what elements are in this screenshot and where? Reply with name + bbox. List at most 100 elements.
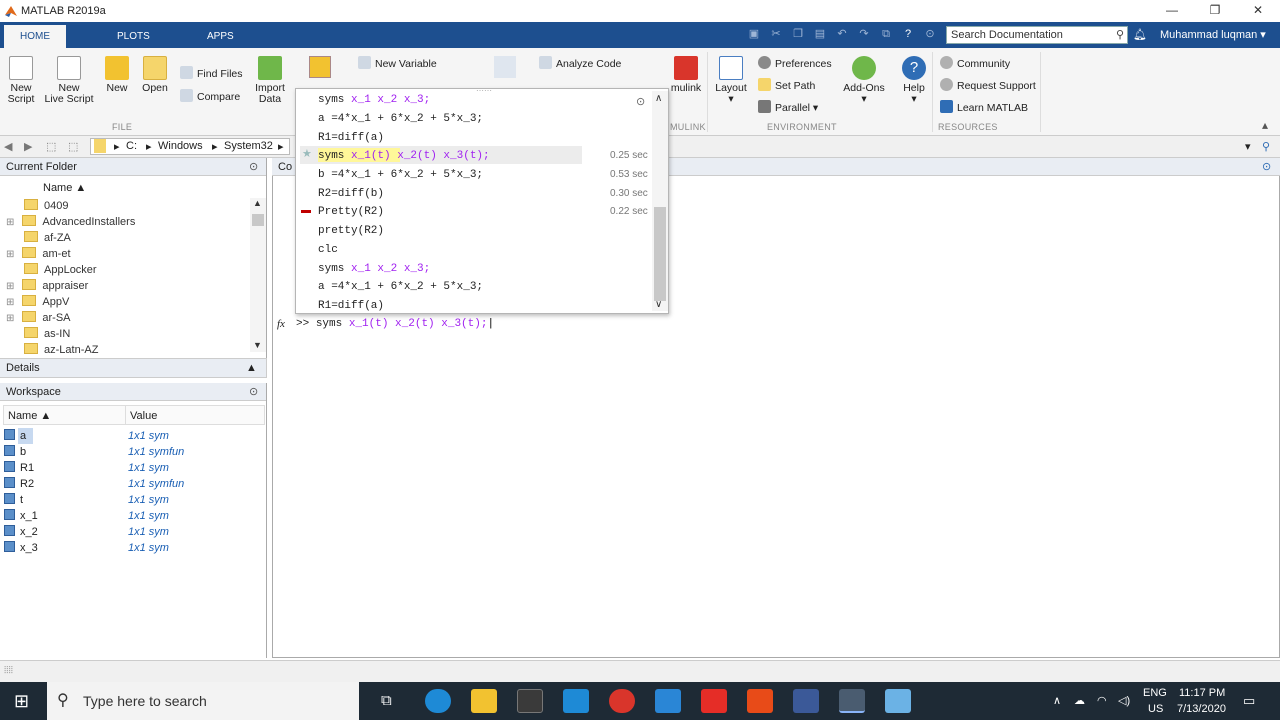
edge-icon[interactable] (425, 689, 451, 713)
ws-name-column-header[interactable]: Name ▲ (8, 410, 51, 422)
name-column-header[interactable]: Name ▲ (43, 182, 86, 194)
scroll-up-icon[interactable]: ▲ (253, 198, 262, 208)
analyze-code-button[interactable]: Analyze Code (539, 56, 621, 70)
onedrive-icon[interactable]: ☁ (1074, 694, 1085, 707)
folder-row[interactable]: AppLocker (6, 262, 97, 278)
request-support-button[interactable]: Request Support (940, 78, 1036, 92)
tab-home[interactable]: HOME (4, 25, 66, 48)
details-panel-header[interactable]: Details ▲ (0, 358, 267, 378)
scroll-down-icon[interactable]: ∨ (655, 299, 662, 310)
folder-row[interactable]: as-IN (6, 326, 70, 342)
forward-arrow-icon[interactable]: ▶ (24, 140, 32, 153)
taskbar-search-box[interactable]: ⚲ Type here to search (47, 682, 359, 720)
tab-apps[interactable]: APPS (191, 25, 250, 48)
history-entry[interactable]: a =4*x_1 + 6*x_2 + 5*x_3; (318, 278, 483, 296)
parallel-button[interactable]: Parallel ▾ (758, 100, 818, 114)
drag-handle[interactable]: ⋯⋯ (476, 86, 492, 95)
office-icon[interactable] (747, 689, 773, 713)
mail-icon[interactable] (563, 689, 589, 713)
folder-row[interactable]: ⊞ ar-SA (6, 310, 71, 326)
expand-panel-icon[interactable]: ▲ (246, 359, 257, 377)
community-button[interactable]: Community (940, 56, 1010, 70)
redo-icon[interactable]: ↷ (856, 26, 872, 42)
history-entry[interactable]: clc (318, 241, 338, 259)
app-icon[interactable] (793, 689, 819, 713)
history-entry[interactable]: b =4*x_1 + 6*x_2 + 5*x_3; (318, 166, 483, 184)
notifications-icon[interactable]: ▭ (1243, 693, 1255, 709)
help-icon[interactable]: ? (900, 26, 916, 42)
chrome-icon[interactable] (609, 689, 635, 713)
language-eng[interactable]: ENG (1143, 687, 1167, 699)
history-entry[interactable]: Pretty(R2) (318, 203, 384, 221)
minimize-button[interactable]: — (1150, 0, 1194, 22)
compare-button[interactable]: Compare (180, 89, 240, 103)
folder-row[interactable]: ⊞ appraiser (6, 278, 88, 294)
workspace-row[interactable]: x_2 1x1 sym (0, 524, 265, 540)
history-entry[interactable]: syms x_1(t) x_2(t) x_3(t); (318, 147, 490, 165)
search-folder-icon[interactable]: ⚲ (1262, 140, 1270, 153)
folder-row[interactable]: ⊞ AppV (6, 294, 69, 310)
history-menu-icon[interactable]: ⊙ (636, 95, 645, 108)
app-icon[interactable] (655, 689, 681, 713)
help-button[interactable]: ? Help ▾ (900, 56, 928, 105)
folder-row[interactable]: 0409 (6, 198, 68, 214)
workspace-row[interactable]: b 1x1 symfun (0, 444, 265, 460)
new-variable-button[interactable]: New Variable (358, 56, 437, 70)
simulink-button[interactable]: mulink (669, 56, 703, 94)
history-entry[interactable]: syms x_1 x_2 x_3; (318, 91, 430, 109)
function-browser-icon[interactable]: fx (277, 318, 285, 330)
search-documentation-input[interactable]: Search Documentation ⚲ (946, 26, 1128, 44)
scroll-thumb[interactable] (654, 207, 666, 301)
history-entry[interactable]: a =4*x_1 + 6*x_2 + 5*x_3; (318, 110, 483, 128)
bell-icon[interactable]: 🔔︎ (1133, 28, 1147, 41)
command-prompt-line[interactable]: >> syms x_1(t) x_2(t) x_3(t);| (296, 318, 494, 330)
store-icon[interactable] (517, 689, 543, 713)
expand-icon[interactable]: ⊞ (6, 249, 14, 260)
folder-row[interactable]: ⊞ AdvancedInstallers (6, 214, 135, 230)
workspace-row[interactable]: x_1 1x1 sym (0, 508, 265, 524)
find-files-button[interactable]: Find Files (180, 66, 243, 80)
scroll-down-icon[interactable]: ▼ (253, 340, 262, 350)
app-icon[interactable] (885, 689, 911, 713)
history-entry[interactable]: pretty(R2) (318, 222, 384, 240)
add-ons-button[interactable]: Add-Ons ▾ (842, 56, 886, 105)
save-icon[interactable]: ▣ (746, 26, 762, 42)
breadcrumb-windows[interactable]: Windows (158, 140, 203, 152)
new-live-script-button[interactable]: New Live Script (42, 56, 96, 105)
history-entry[interactable]: R1=diff(a) (318, 297, 384, 315)
cut-icon[interactable]: ✂ (768, 26, 784, 42)
folder-row[interactable]: ⊞ am-et (6, 246, 71, 262)
clock-date[interactable]: 7/13/2020 (1177, 703, 1226, 715)
scroll-up-icon[interactable]: ∧ (655, 93, 662, 104)
up-folder-icon[interactable]: ⬚ (46, 140, 56, 153)
import-data-button[interactable]: Import Data (252, 56, 288, 105)
expand-icon[interactable]: ⊞ (6, 217, 14, 228)
undo-icon[interactable]: ↶ (834, 26, 850, 42)
search-icon[interactable]: ⚲ (1116, 27, 1124, 43)
workspace-row[interactable]: R2 1x1 symfun (0, 476, 265, 492)
scroll-thumb[interactable] (252, 214, 264, 226)
preferences-button[interactable]: Preferences (758, 56, 832, 70)
clock-time[interactable]: 11:17 PM (1179, 687, 1225, 699)
folder-row[interactable]: az-Latn-AZ (6, 342, 98, 358)
paste-icon[interactable]: ▤ (812, 26, 828, 42)
switch-windows-icon[interactable]: ⧉ (878, 26, 894, 42)
maximize-button[interactable]: ❐ (1193, 0, 1237, 22)
favorites-icon[interactable] (494, 56, 516, 78)
folder-scrollbar[interactable]: ▲ ▼ (250, 198, 266, 352)
breadcrumb-system32[interactable]: System32 (224, 140, 273, 152)
expand-icon[interactable]: ⊞ (6, 297, 14, 308)
collapse-ribbon-icon[interactable]: ▴ (1262, 118, 1268, 132)
history-scrollbar[interactable]: ∧ ∨ (652, 91, 668, 311)
youtube-icon[interactable] (701, 689, 727, 713)
workspace-row[interactable]: x_3 1x1 sym (0, 540, 265, 556)
history-entry[interactable]: R1=diff(a) (318, 129, 384, 147)
workspace-row[interactable]: a 1x1 sym (0, 428, 265, 444)
panel-menu-icon[interactable]: ⊙ (249, 385, 258, 398)
path-dropdown-icon[interactable]: ▾ (1245, 140, 1251, 153)
task-view-icon[interactable]: ⧉ (381, 692, 392, 709)
wifi-icon[interactable]: ◠ (1097, 694, 1107, 707)
folder-row[interactable]: af-ZA (6, 230, 71, 246)
matlab-taskbar-icon[interactable] (839, 689, 865, 713)
learn-matlab-button[interactable]: Learn MATLAB (940, 100, 1028, 114)
